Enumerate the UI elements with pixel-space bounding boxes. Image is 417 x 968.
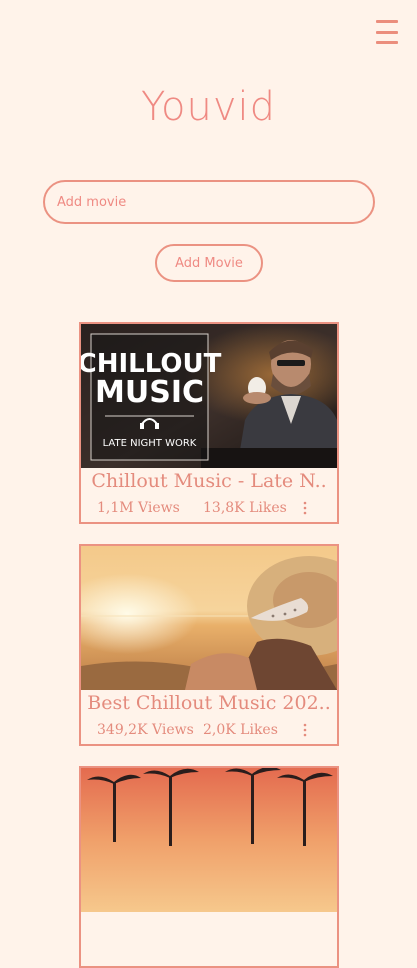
video-thumbnail[interactable] xyxy=(81,546,337,690)
hamburger-menu-icon[interactable] xyxy=(376,20,398,44)
app-logo: Youvid xyxy=(140,84,277,130)
add-movie-button[interactable]: Add Movie xyxy=(155,244,263,282)
video-title[interactable]: Best Chillout Music 202.. xyxy=(81,692,337,714)
video-card[interactable]: Best Chillout Music 202.. 349,2K Views 2… xyxy=(79,544,339,746)
thumb-subtitle: LATE NIGHT WORK xyxy=(103,438,197,449)
video-thumbnail[interactable]: CHILLOUT MUSIC LATE NIGHT WORK xyxy=(81,324,337,468)
more-vertical-icon[interactable] xyxy=(297,720,313,740)
beach-thumbnail-image xyxy=(81,546,337,690)
more-vertical-icon[interactable] xyxy=(297,498,313,518)
thumb-title-line-2: MUSIC xyxy=(95,375,204,410)
view-count: 349,2K Views xyxy=(97,722,194,738)
like-count: 13,8K Likes xyxy=(203,500,287,516)
video-thumbnail[interactable] xyxy=(81,768,337,912)
chillout-thumbnail-image: CHILLOUT MUSIC LATE NIGHT WORK xyxy=(81,324,337,468)
video-card[interactable] xyxy=(79,766,339,968)
menu-bar xyxy=(376,30,398,34)
add-movie-input[interactable] xyxy=(43,180,375,224)
video-card[interactable]: CHILLOUT MUSIC LATE NIGHT WORK Chillout … xyxy=(79,322,339,524)
video-meta: 1,1M Views 13,8K Likes xyxy=(81,500,337,520)
like-count: 2,0K Likes xyxy=(203,722,278,738)
palm-sunset-thumbnail-image xyxy=(81,768,337,912)
view-count: 1,1M Views xyxy=(97,500,180,516)
menu-bar xyxy=(376,41,398,44)
menu-bar xyxy=(376,20,398,23)
video-title[interactable]: Chillout Music - Late N.. xyxy=(81,470,337,492)
video-meta: 349,2K Views 2,0K Likes xyxy=(81,722,337,742)
